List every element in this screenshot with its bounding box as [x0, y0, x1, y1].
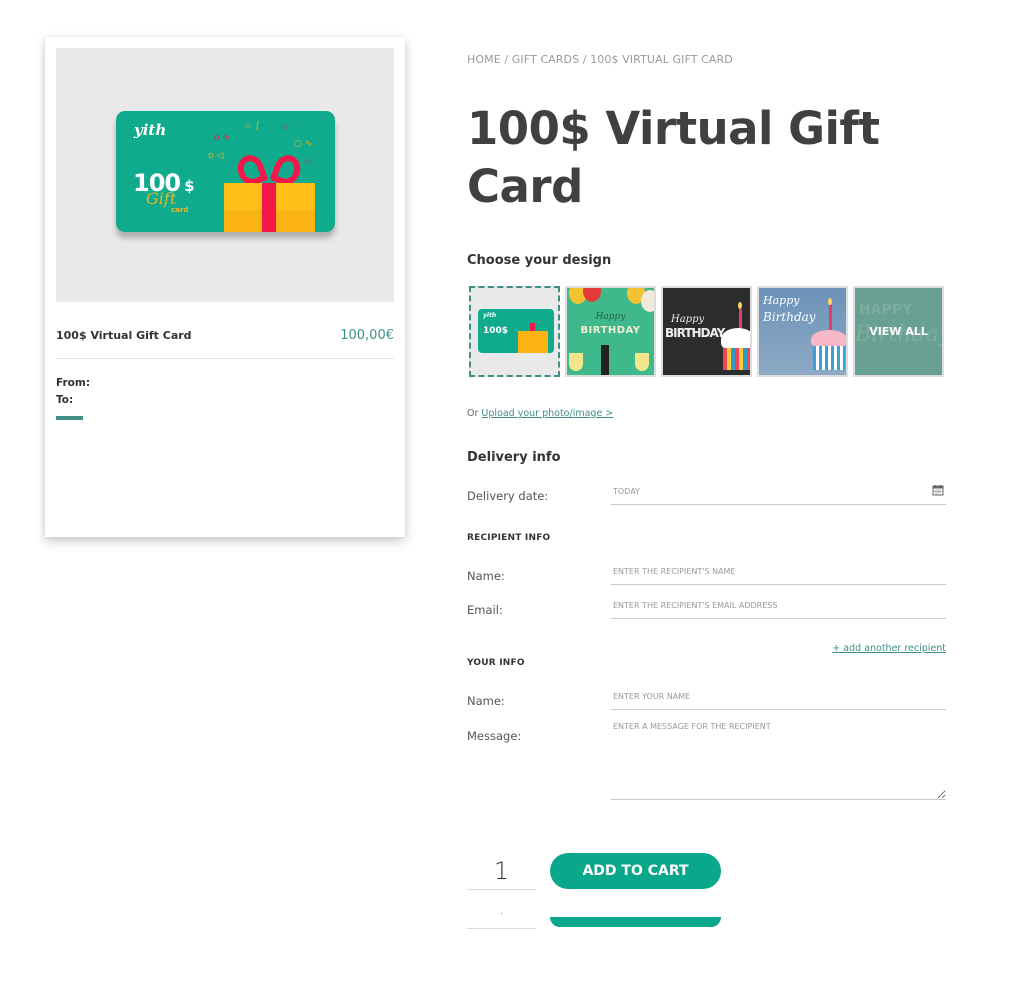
- recipient-name-label: Name:: [467, 569, 505, 583]
- delivery-date-input[interactable]: [611, 487, 946, 505]
- breadcrumb-current: 100$ VIRTUAL GIFT CARD: [590, 53, 733, 66]
- sender-name-input[interactable]: [611, 692, 946, 710]
- preview-from-label: From:: [56, 377, 91, 389]
- recipient-email-input[interactable]: [611, 601, 946, 619]
- divider: [56, 358, 394, 359]
- message-textarea[interactable]: [611, 722, 946, 800]
- design-grid: yith 100$ Happy BIRTHDAY Happy BIRTHDAY …: [469, 286, 944, 377]
- preview-to-label: To:: [56, 394, 74, 406]
- gift-card-preview: yith 100 $ Gift card o ∿ ☆ ∫ ☆ ○ ∿ o ◁ ☆ …: [45, 37, 405, 537]
- message-label: Message:: [467, 729, 522, 743]
- confetti-icon: o ◁: [208, 151, 224, 161]
- upload-image-link[interactable]: Upload your photo/image >: [481, 408, 613, 419]
- view-all-designs-button[interactable]: HAPPY Birthday VIEW ALL: [853, 286, 944, 377]
- breadcrumb-gift-cards[interactable]: GIFT CARDS: [512, 53, 579, 66]
- add-to-cart-button[interactable]: ADD TO CART: [550, 853, 721, 889]
- cupcake-icon: [721, 328, 750, 350]
- preview-price: 100,00€: [340, 328, 394, 343]
- star-icon: ☆: [281, 123, 290, 133]
- sender-name-label: Name:: [467, 694, 505, 708]
- secondary-add-to-cart-button[interactable]: [550, 917, 721, 927]
- design-thumb-default[interactable]: yith 100$: [469, 286, 560, 377]
- confetti-icon: o ∿: [214, 133, 230, 143]
- breadcrumb-home[interactable]: HOME: [467, 53, 501, 66]
- yith-logo: yith: [134, 121, 167, 139]
- your-info-heading: YOUR INFO: [467, 658, 525, 668]
- recipient-name-input[interactable]: [611, 567, 946, 585]
- calendar-icon[interactable]: [932, 484, 944, 496]
- preview-title: 100$ Virtual Gift Card: [56, 329, 192, 342]
- star-icon: ☆ ∫: [244, 121, 260, 131]
- design-thumb-birthday-blue[interactable]: Happy Birthday: [757, 286, 848, 377]
- star-icon: ☆: [304, 157, 313, 167]
- confetti-icon: ○ ∿: [294, 139, 313, 149]
- design-heading: Choose your design: [467, 253, 612, 268]
- quantity-input[interactable]: [467, 852, 536, 890]
- gift-box-icon: [518, 331, 548, 353]
- quantity-input-secondary[interactable]: [467, 891, 536, 929]
- card-small-text: card: [171, 206, 189, 214]
- bottle-icon: [601, 345, 609, 375]
- breadcrumb: HOME / GIFT CARDS / 100$ VIRTUAL GIFT CA…: [467, 53, 733, 66]
- upload-line: Or Upload your photo/image >: [467, 408, 614, 419]
- recipient-info-heading: RECIPIENT INFO: [467, 533, 551, 543]
- gift-card-artwork: yith 100 $ Gift card o ∿ ☆ ∫ ☆ ○ ∿ o ◁ ☆: [116, 111, 335, 232]
- preview-image: yith 100 $ Gift card o ∿ ☆ ∫ ☆ ○ ∿ o ◁ ☆: [56, 48, 394, 302]
- page-title: 100$ Virtual Gift Card: [467, 102, 880, 213]
- design-thumb-birthday-green[interactable]: Happy BIRTHDAY: [565, 286, 656, 377]
- recipient-email-label: Email:: [467, 603, 503, 617]
- design-thumb-birthday-chalk[interactable]: Happy BIRTHDAY: [661, 286, 752, 377]
- yith-logo: yith: [483, 312, 497, 319]
- delivery-heading: Delivery info: [467, 450, 561, 465]
- accent-bar: [56, 416, 83, 420]
- add-another-recipient-link[interactable]: + add another recipient: [832, 643, 946, 654]
- delivery-date-label: Delivery date:: [467, 489, 549, 503]
